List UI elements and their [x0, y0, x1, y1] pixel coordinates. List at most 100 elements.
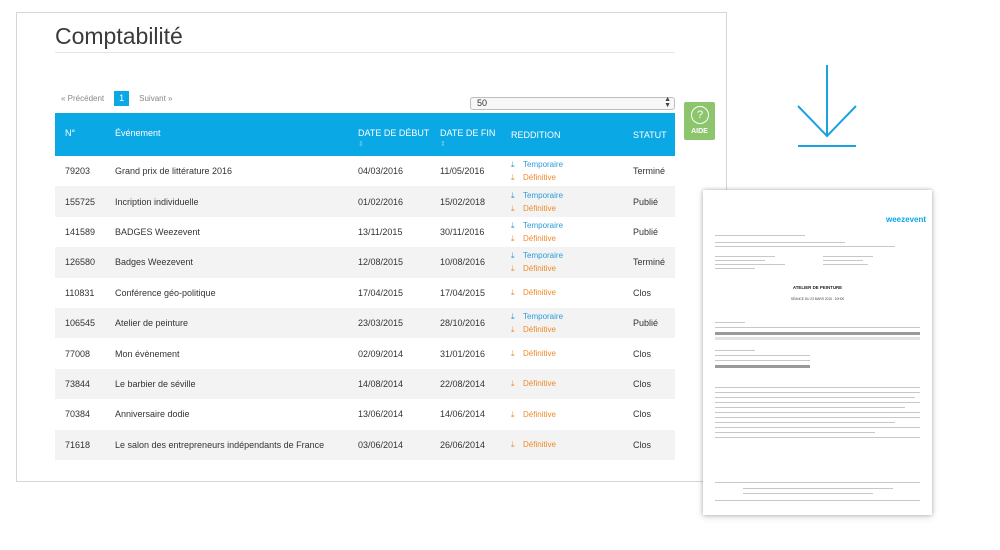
document-logo: weezevent: [886, 215, 927, 224]
header-end-label: DATE DE FIN: [440, 128, 496, 138]
definitive-download-link[interactable]: ⤓ Définitive: [511, 323, 633, 336]
help-button[interactable]: ? AIDE: [684, 102, 715, 140]
cell-status: Clos: [633, 287, 652, 298]
definitive-download-link[interactable]: ⤓ Définitive: [511, 286, 633, 299]
cell-start-date: 02/09/2014: [358, 348, 404, 359]
cell-reddition: ⤓ Temporaire ⤓ Définitive: [511, 156, 633, 186]
current-page-button[interactable]: 1: [114, 91, 130, 106]
definitive-download-link[interactable]: ⤓ Définitive: [511, 377, 633, 390]
cell-start-date: 03/06/2014: [358, 439, 404, 450]
download-arrow-icon: ⤓: [511, 251, 515, 261]
cell-end-date: 17/04/2015: [440, 287, 486, 298]
document-text-line: [715, 422, 895, 423]
sort-icon: ⇕: [358, 141, 364, 148]
cell-number: 155725: [65, 196, 96, 207]
definitive-label: Définitive: [523, 409, 556, 419]
cell-status: Clos: [633, 409, 652, 420]
cell-event: Conférence géo-politique: [115, 287, 216, 298]
cell-reddition: ⤓ Définitive: [511, 430, 633, 460]
definitive-label: Définitive: [523, 264, 556, 274]
document-text-line: [715, 327, 920, 328]
cell-start-date: 12/08/2015: [358, 257, 404, 268]
document-text-line: [715, 387, 920, 388]
cell-event: Grand prix de littérature 2016: [115, 166, 233, 177]
download-arrow-icon: ⤓: [511, 312, 515, 322]
document-text-line: [743, 493, 873, 494]
cell-number: 70384: [65, 409, 91, 420]
cell-end-date: 10/08/2016: [440, 257, 486, 268]
download-arrow-icon: ⤓: [511, 379, 515, 389]
definitive-label: Définitive: [523, 440, 556, 450]
temporaire-label: Temporaire: [523, 190, 564, 200]
cell-status: Publié: [633, 226, 659, 237]
document-text-line: [715, 482, 920, 483]
document-text-line: [715, 427, 920, 428]
table-row: 126580 Badges Weezevent 12/08/2015 10/08/20…: [55, 247, 675, 278]
document-text-line: [715, 322, 745, 323]
definitive-download-link[interactable]: ⤓ Définitive: [511, 347, 633, 360]
definitive-download-link[interactable]: ⤓ Définitive: [511, 171, 633, 184]
cell-reddition: ⤓ Définitive: [511, 278, 633, 308]
definitive-label: Définitive: [523, 173, 556, 183]
cell-number: 141589: [65, 226, 96, 237]
document-text-line: [715, 417, 920, 418]
cell-start-date: 04/03/2016: [358, 166, 404, 177]
document-text-line: [715, 268, 755, 269]
document-text-line: [715, 355, 810, 356]
header-event-label: Événement: [115, 128, 161, 138]
definitive-download-link[interactable]: ⤓ Définitive: [511, 262, 633, 275]
download-arrow-icon: ⤓: [511, 220, 515, 230]
header-reddition-label: REDDITION: [511, 129, 561, 140]
cell-end-date: 26/06/2014: [440, 439, 486, 450]
document-text-line: [715, 407, 905, 408]
temporaire-download-link[interactable]: ⤓ Temporaire: [511, 249, 633, 262]
page-size-value: 50: [477, 98, 488, 108]
cell-reddition: ⤓ Temporaire ⤓ Définitive: [511, 186, 633, 216]
temporaire-download-link[interactable]: ⤓ Temporaire: [511, 310, 633, 323]
download-arrow-icon: ⤓: [511, 264, 515, 274]
temporaire-label: Temporaire: [523, 251, 564, 261]
reddition-document-preview: weezevent ATELIER DE PEINTURE SÉANCE DU …: [703, 190, 932, 515]
definitive-download-link[interactable]: ⤓ Définitive: [511, 408, 633, 421]
table-row: 77008 Mon évènement 02/09/2014 31/01/2016 ⤓ D…: [55, 338, 675, 368]
cell-status: Publié: [633, 318, 659, 329]
pagination: « Précédent 1 Suivant »: [61, 91, 173, 106]
temporaire-download-link[interactable]: ⤓ Temporaire: [511, 189, 633, 202]
temporaire-download-link[interactable]: ⤓ Temporaire: [511, 219, 633, 232]
document-text-line: [715, 350, 755, 351]
document-text-line: [743, 488, 893, 489]
cell-status: Clos: [633, 378, 652, 389]
header-number[interactable]: N°: [55, 113, 115, 156]
definitive-download-link[interactable]: ⤓ Définitive: [511, 202, 633, 215]
cell-start-date: 17/04/2015: [358, 287, 404, 298]
definitive-download-link[interactable]: ⤓ Définitive: [511, 232, 633, 245]
document-text-line: [823, 264, 868, 265]
page-size-select[interactable]: 50 ▲ ▼: [470, 96, 675, 110]
document-text-line: [715, 332, 920, 335]
cell-event: Atelier de peinture: [115, 318, 189, 329]
header-end-date[interactable]: DATE DE FIN ⇕: [440, 113, 511, 156]
cell-status: Clos: [633, 439, 652, 450]
document-subtitle: SÉANCE DU 23 MARS 2015 - 10H00: [790, 297, 845, 301]
document-text-line: [715, 500, 920, 501]
download-arrow-icon: ⤓: [511, 160, 515, 170]
download-arrow-icon: ⤓: [511, 440, 515, 450]
cell-number: 77008: [65, 348, 91, 359]
definitive-label: Définitive: [523, 325, 556, 335]
temporaire-download-link[interactable]: ⤓ Temporaire: [511, 158, 633, 171]
cell-event: Anniversaire dodie: [115, 409, 190, 420]
accounting-panel: Comptabilité « Précédent 1 Suivant » 50 …: [16, 12, 727, 482]
document-text-line: [715, 337, 920, 340]
next-page-link[interactable]: Suivant »: [139, 94, 172, 103]
cell-event: Badges Weezevent: [115, 257, 193, 268]
definitive-download-link[interactable]: ⤓ Définitive: [511, 438, 633, 451]
document-text-line: [823, 260, 863, 261]
download-arrow-icon: ⤓: [511, 349, 515, 359]
previous-page-link[interactable]: « Précédent: [61, 94, 104, 103]
header-start-date[interactable]: DATE DE DÉBUT ⇕: [358, 113, 440, 156]
header-event[interactable]: Événement: [115, 113, 358, 156]
download-arrow-icon: ⤓: [511, 190, 515, 200]
help-button-label: AIDE: [691, 128, 708, 135]
document-text-line: [823, 256, 873, 257]
cell-end-date: 31/01/2016: [440, 348, 486, 359]
